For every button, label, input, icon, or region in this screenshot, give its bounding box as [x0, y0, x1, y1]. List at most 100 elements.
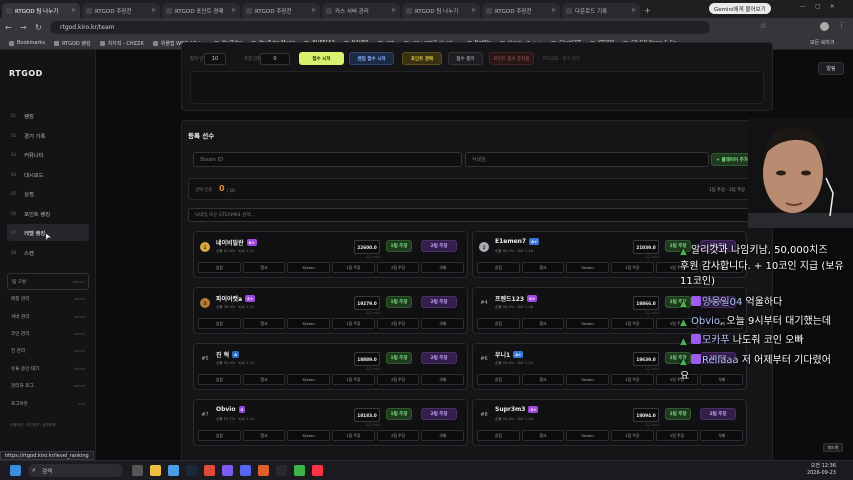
tab-close-icon[interactable]: ✕: [551, 7, 556, 14]
edge-icon[interactable]: [168, 465, 179, 476]
all-bookmarks-button[interactable]: 모든 북마크: [810, 39, 835, 46]
tab-close-icon[interactable]: ✕: [71, 7, 76, 14]
player-search-input[interactable]: 닉네임 또는 STEAM64 검색...: [188, 208, 768, 222]
admin-sidebar-item[interactable]: 전 관리 admin: [7, 342, 89, 359]
add-player-button[interactable]: + 플레이어 추가: [711, 153, 753, 166]
maximize-icon[interactable]: ▢: [815, 3, 821, 15]
player-action-cell[interactable]: 승점: [477, 318, 520, 329]
app-icon-1[interactable]: [222, 465, 233, 476]
app-icon-2[interactable]: [258, 465, 269, 476]
player-action-cell[interactable]: 1팀 주장: [611, 374, 654, 385]
player-action-cell[interactable]: 2팀 주장: [655, 374, 699, 385]
player-action-cell[interactable]: 랭크: [242, 318, 286, 329]
browser-tab[interactable]: RTGOD 팀 나누기 ✕: [2, 3, 80, 18]
random-start-button[interactable]: 랜덤 접수 시작: [349, 52, 394, 65]
browser-tab[interactable]: RTGOD 포인트 경매 ✕: [162, 3, 240, 18]
admin-sidebar-item[interactable]: 유튜 승인 대기 admin: [7, 360, 89, 377]
browser-tab[interactable]: RTGOD 주장전 ✕: [482, 3, 560, 18]
player-action-cell[interactable]: 삭제: [421, 374, 465, 385]
player-action-cell[interactable]: 1팀 주장: [611, 430, 654, 441]
admin-sidebar-item[interactable]: 관리자 로그 admin: [7, 377, 89, 394]
sidebar-item[interactable]: 05 상점: [7, 185, 89, 202]
start-registration-button[interactable]: 접수 시작: [299, 52, 344, 65]
browser-tab[interactable]: RTGOD 주장전 ✕: [242, 3, 320, 18]
captain1-button[interactable]: 1팀 주장: [386, 240, 412, 252]
captain2-button[interactable]: 2팀 주장: [421, 408, 457, 420]
player-action-cell[interactable]: 삭제: [700, 374, 744, 385]
player-action-cell[interactable]: 승점: [198, 374, 241, 385]
player-action-cell[interactable]: Steam: [287, 262, 331, 273]
menu-kebab-icon[interactable]: ⋮: [838, 21, 845, 29]
back-icon[interactable]: ←: [5, 23, 15, 32]
player-action-cell[interactable]: 승점: [477, 262, 520, 273]
player-action-cell[interactable]: 2팀 주장: [376, 430, 420, 441]
captain2-button[interactable]: 2팀 주장: [700, 408, 736, 420]
captain2-button[interactable]: 2팀 주장: [421, 296, 457, 308]
profile-avatar[interactable]: [820, 22, 829, 31]
player-action-cell[interactable]: 랭크: [242, 374, 286, 385]
captain2-button[interactable]: 2팀 주장: [421, 352, 457, 364]
player-action-cell[interactable]: 1팀 주장: [332, 374, 375, 385]
bookmark-item[interactable]: 치지직 - CHZZK: [99, 40, 144, 47]
player-action-cell[interactable]: 2팀 주장: [376, 374, 420, 385]
browser-tab[interactable]: RTGOD 팀 나누기 ✕: [402, 3, 480, 18]
forward-icon[interactable]: →: [20, 23, 30, 32]
player-action-cell[interactable]: 랭크: [521, 318, 565, 329]
player-action-cell[interactable]: 랭크: [242, 430, 286, 441]
player-action-cell[interactable]: 2팀 주장: [376, 262, 420, 273]
tab-close-icon[interactable]: ✕: [311, 7, 316, 14]
player-action-cell[interactable]: Steam: [287, 374, 331, 385]
player-action-cell[interactable]: 승점: [477, 374, 520, 385]
notification-button[interactable]: 알림: [818, 62, 844, 75]
stop-registration-button[interactable]: 접수 중지: [448, 52, 483, 65]
player-action-cell[interactable]: Steam: [566, 374, 610, 385]
captain1-button[interactable]: 1팀 주장: [386, 296, 412, 308]
browser-tab[interactable]: 카스 서버 관리 ✕: [322, 3, 400, 18]
player-action-cell[interactable]: Steam: [566, 262, 610, 273]
window-controls[interactable]: — ▢ ✕: [800, 3, 850, 15]
app-icon-4[interactable]: [312, 465, 323, 476]
point-auction-button[interactable]: 포인트 경매: [402, 52, 442, 65]
player-action-cell[interactable]: 승점: [198, 430, 241, 441]
admin-sidebar-item[interactable]: 서버 관리 admin: [7, 308, 89, 325]
captain1-button[interactable]: 1팀 주장: [665, 408, 691, 420]
sidebar-item[interactable]: 02 경기 기록: [7, 127, 89, 144]
sidebar-item[interactable]: 06 포인트 랭킹: [7, 205, 89, 222]
reload-icon[interactable]: ↻: [35, 23, 45, 32]
tab-close-icon[interactable]: ✕: [151, 7, 156, 14]
captain2-button[interactable]: 2팀 주장: [421, 240, 457, 252]
sidebar-footer-links[interactable]: 이용약관 · 개인정보 · 운영정책: [10, 423, 55, 428]
admin-sidebar-item[interactable]: 로그아웃 exit: [7, 395, 89, 412]
bookmark-item[interactable]: RTGOD 랭킹: [53, 40, 91, 47]
player-action-cell[interactable]: 랭크: [521, 262, 565, 273]
app-icon-3[interactable]: [294, 465, 305, 476]
browser-tab[interactable]: 다운로드 기록 ✕: [562, 3, 640, 18]
player-action-cell[interactable]: 랭크: [242, 262, 286, 273]
sidebar-item[interactable]: 03 커뮤니티: [7, 146, 89, 163]
tab-close-icon[interactable]: ✕: [471, 7, 476, 14]
player-action-cell[interactable]: Steam: [566, 318, 610, 329]
close-icon[interactable]: ✕: [830, 3, 835, 15]
player-action-cell[interactable]: 랭크: [521, 374, 565, 385]
player-action-cell[interactable]: 2팀 주장: [376, 318, 420, 329]
taskbar-search[interactable]: ⌕ 검색: [28, 464, 123, 477]
steam-icon[interactable]: [186, 465, 197, 476]
player-action-cell[interactable]: 삭제: [421, 318, 465, 329]
browser-tab[interactable]: RTGOD 주장전 ✕: [82, 3, 160, 18]
player-action-cell[interactable]: Steam: [287, 430, 331, 441]
player-action-cell[interactable]: 1팀 주장: [611, 318, 654, 329]
chrome-icon[interactable]: [204, 465, 215, 476]
player-action-cell[interactable]: 승점: [198, 262, 241, 273]
star-icon[interactable]: ☆: [760, 22, 766, 30]
player-action-cell[interactable]: 1팀 주장: [332, 262, 375, 273]
file-explorer-icon[interactable]: [150, 465, 161, 476]
gemini-button[interactable]: Gemini에게 물어보기: [709, 3, 771, 14]
nickname-input[interactable]: 닉네임: [465, 152, 709, 167]
captain1-button[interactable]: 1팀 주장: [386, 352, 412, 364]
player-action-cell[interactable]: 1팀 주장: [611, 262, 654, 273]
captains-input[interactable]: 0: [260, 53, 290, 65]
windows-start-icon[interactable]: [10, 465, 21, 476]
discord-icon[interactable]: [240, 465, 251, 476]
player-action-cell[interactable]: 삭제: [421, 262, 465, 273]
captain1-button[interactable]: 1팀 주장: [386, 408, 412, 420]
